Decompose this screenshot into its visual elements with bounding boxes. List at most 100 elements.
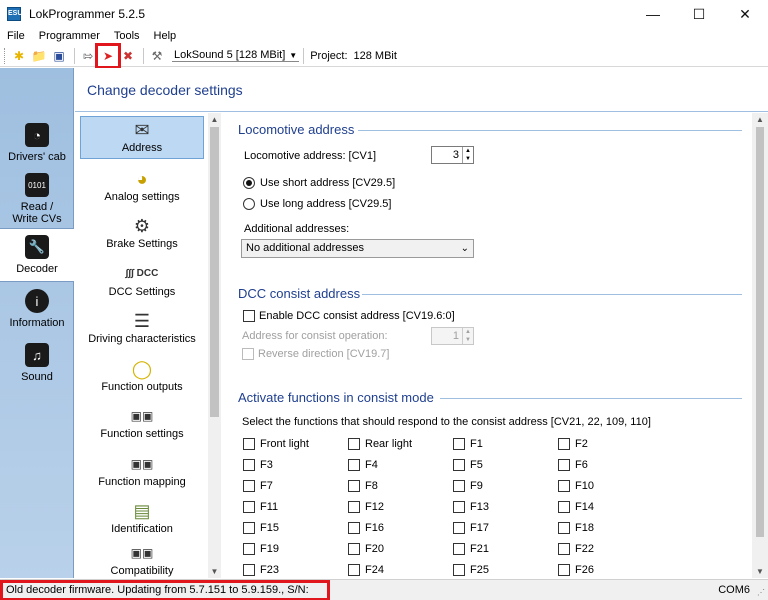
consist-function-label: F11 (260, 501, 279, 513)
consist-function-checkbox[interactable] (243, 564, 255, 576)
spinner-arrows-icon[interactable]: ▲ ▼ (462, 328, 473, 344)
consist-function-checkbox[interactable] (243, 501, 255, 513)
consist-function-checkbox[interactable] (243, 438, 255, 450)
menu-bar: File Programmer Tools Help (0, 28, 768, 44)
long-address-radio[interactable] (243, 198, 255, 210)
additional-addresses-select[interactable]: No additional addresses ⌄ (241, 239, 474, 258)
stop-icon[interactable]: ✖ (119, 47, 137, 65)
consist-function-checkbox[interactable] (453, 438, 465, 450)
page-header: Change decoder settings (75, 68, 768, 112)
category-driving-characteristics[interactable]: ☰ Driving characteristics (76, 302, 208, 350)
consist-function-checkbox[interactable] (453, 564, 465, 576)
consist-function-checkbox[interactable] (558, 564, 570, 576)
resize-grip-icon[interactable]: ⋰ (757, 588, 765, 597)
consist-function-checkbox[interactable] (348, 501, 360, 513)
minimize-button[interactable]: — (630, 0, 676, 28)
section-title-locomotive-address: Locomotive address (238, 122, 355, 137)
open-folder-icon[interactable]: 📁 (30, 47, 48, 65)
maximize-button[interactable]: ☐ (676, 0, 722, 28)
reverse-direction-label: Reverse direction [CV19.7] (258, 348, 390, 360)
consist-function-label: F22 (575, 543, 594, 555)
scroll-down-icon[interactable]: ▼ (208, 565, 221, 578)
consist-address-spinner[interactable]: 1 ▲ ▼ (431, 327, 474, 345)
consist-function-checkbox[interactable] (453, 522, 465, 534)
category-address[interactable]: ✉ Address (80, 116, 204, 159)
consist-function-checkbox[interactable] (558, 459, 570, 471)
scroll-up-icon[interactable]: ▲ (752, 113, 768, 126)
consist-function-checkbox[interactable] (243, 522, 255, 534)
locomotive-address-spinner[interactable]: 3 ▲ ▼ (431, 146, 474, 164)
category-label: Function mapping (98, 475, 186, 488)
consist-function-checkbox[interactable] (558, 501, 570, 513)
nav-decoder[interactable]: 🔧 Decoder (0, 228, 74, 282)
menu-tools[interactable]: Tools (107, 30, 147, 42)
category-function-outputs[interactable]: ◯ Function outputs (76, 349, 208, 397)
consist-function-checkbox[interactable] (348, 543, 360, 555)
consist-function-label: F13 (470, 501, 489, 513)
consist-function-checkbox[interactable] (558, 543, 570, 555)
nav-drivers-cab[interactable]: ◔ Drivers' cab (0, 116, 74, 170)
decoder-type-select[interactable]: LokSound 5 [128 MBit] ▼ (172, 49, 300, 62)
consist-address-label: Address for consist operation: (242, 330, 388, 342)
category-function-settings[interactable]: ▣▣ Function settings (76, 397, 208, 445)
menu-help[interactable]: Help (147, 30, 184, 42)
consist-function-label: F21 (470, 543, 489, 555)
enable-consist-label: Enable DCC consist address [CV19.6:0] (259, 310, 455, 322)
wrench-icon: 🔧 (25, 235, 49, 259)
consist-function-label: F17 (470, 522, 489, 534)
consist-function-label: F3 (260, 459, 273, 471)
category-function-mapping[interactable]: ▣▣ Function mapping (76, 444, 208, 492)
nav-sound[interactable]: ♫ Sound (0, 336, 74, 390)
enable-consist-checkbox[interactable] (243, 310, 255, 322)
consist-function-checkbox[interactable] (453, 459, 465, 471)
consist-function-checkbox[interactable] (243, 543, 255, 555)
consist-function-checkbox[interactable] (348, 438, 360, 450)
category-scrollbar[interactable]: ▲ ▼ (208, 113, 221, 578)
update-firmware-icon[interactable]: ➤ (95, 42, 121, 69)
content-scrollbar[interactable]: ▲ ▼ (752, 113, 768, 578)
spinner-arrows-icon[interactable]: ▲ ▼ (462, 147, 473, 163)
category-dcc-settings[interactable]: ∫∫∫ DCC DCC Settings (76, 254, 208, 302)
compatibility-icon: ▣▣ (130, 546, 154, 560)
category-brake-settings[interactable]: ⚙ Brake Settings (76, 207, 208, 255)
save-icon[interactable]: ▣ (50, 47, 68, 65)
consist-function-checkbox[interactable] (558, 480, 570, 492)
consist-function-checkbox[interactable] (348, 480, 360, 492)
consist-function-label: F20 (365, 543, 384, 555)
reverse-direction-checkbox[interactable] (242, 348, 254, 360)
nav-information[interactable]: i Information (0, 282, 74, 336)
menu-programmer[interactable]: Programmer (32, 30, 107, 42)
scroll-down-icon[interactable]: ▼ (752, 565, 768, 578)
function-mapping-icon: ▣▣ (130, 456, 154, 471)
app-icon: ESU (7, 7, 22, 21)
category-label: Driving characteristics (88, 333, 196, 345)
short-address-radio[interactable] (243, 177, 255, 189)
tools-icon[interactable]: ⚒ (148, 47, 166, 65)
consist-function-checkbox[interactable] (348, 564, 360, 576)
consist-function-checkbox[interactable] (453, 501, 465, 513)
consist-function-label: F7 (260, 480, 273, 492)
scrollbar-thumb[interactable] (210, 127, 219, 417)
toolbar-grip[interactable] (4, 47, 7, 64)
consist-function-checkbox[interactable] (243, 480, 255, 492)
write-to-decoder-icon[interactable]: ⇰ (79, 47, 97, 65)
nav-label: Information (9, 317, 65, 329)
consist-function-checkbox[interactable] (243, 459, 255, 471)
consist-function-checkbox[interactable] (558, 522, 570, 534)
consist-function-label: F8 (365, 480, 378, 492)
consist-function-checkbox[interactable] (558, 438, 570, 450)
consist-function-checkbox[interactable] (453, 480, 465, 492)
category-compatibility[interactable]: ▣▣ Compatibility (76, 539, 208, 578)
consist-function-checkbox[interactable] (348, 459, 360, 471)
scroll-up-icon[interactable]: ▲ (208, 113, 221, 126)
close-button[interactable]: ✕ (722, 0, 768, 28)
consist-function-checkbox[interactable] (453, 543, 465, 555)
category-label: Analog settings (104, 190, 180, 203)
consist-function-checkbox[interactable] (348, 522, 360, 534)
nav-read-write-cvs[interactable]: 0101 Read / Write CVs (0, 170, 74, 228)
category-analog-settings[interactable]: ◕ Analog settings (76, 159, 208, 207)
category-identification[interactable]: ▤ Identification (76, 492, 208, 540)
new-project-icon[interactable]: ✱ (10, 47, 28, 65)
menu-file[interactable]: File (0, 30, 32, 42)
scrollbar-thumb[interactable] (756, 127, 764, 537)
